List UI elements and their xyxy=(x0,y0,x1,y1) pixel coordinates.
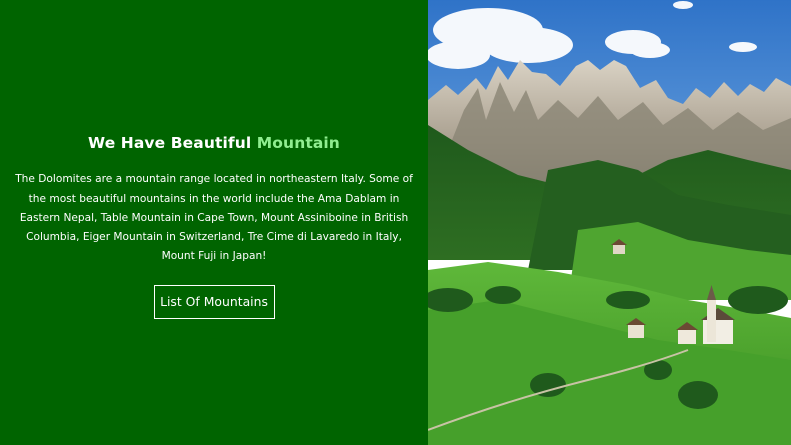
hero-heading-prefix: We Have Beautiful xyxy=(88,134,257,153)
hero-heading-accent: Mountain xyxy=(256,134,340,153)
hero-text-panel: We Have Beautiful Mountain The Dolomites… xyxy=(0,0,428,445)
hero-section: We Have Beautiful Mountain The Dolomites… xyxy=(0,0,791,445)
mountain-landscape-illustration xyxy=(428,0,791,445)
list-of-mountains-button[interactable]: List Of Mountains xyxy=(153,284,275,319)
hero-description: The Dolomites are a mountain range locat… xyxy=(15,173,413,263)
mountain-landscape-image xyxy=(428,0,791,445)
hero-heading: We Have Beautiful Mountain xyxy=(88,134,340,152)
